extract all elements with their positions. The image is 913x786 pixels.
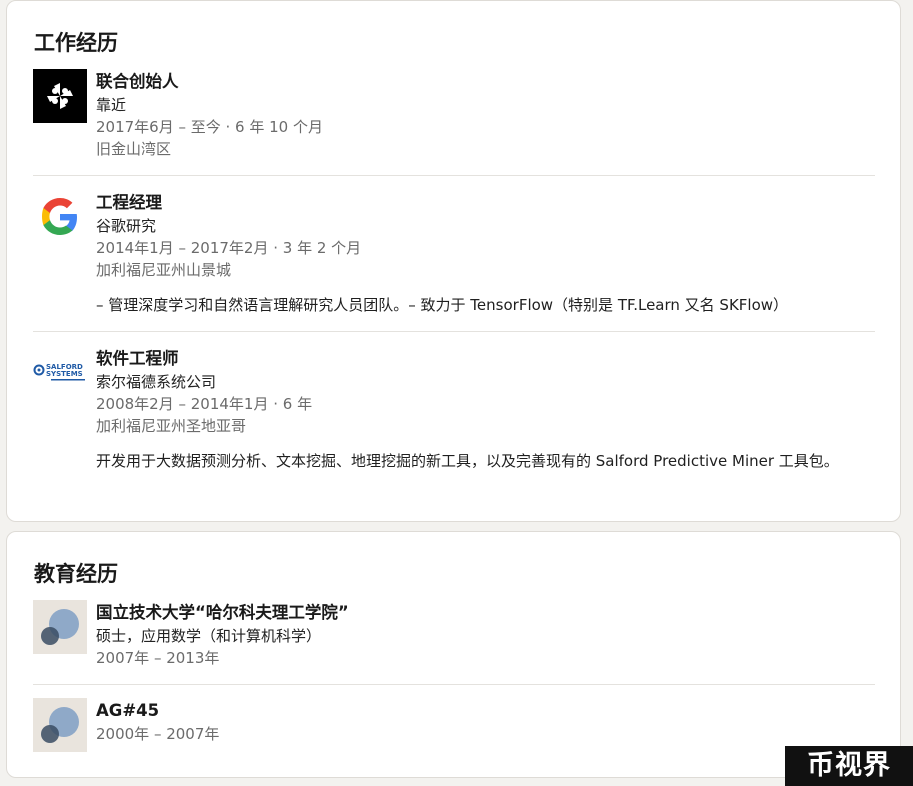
google-g-logo-icon[interactable] (33, 190, 87, 244)
experience-item-cofounder[interactable]: 联合创始人 靠近 2017年6月 – 至今 · 6 年 10 个月 旧金山湾区 (33, 69, 875, 169)
job-description: 开发用于大数据预测分析、文本挖掘、地理挖掘的新工具，以及完善现有的 Salfor… (96, 452, 839, 470)
job-title[interactable]: 工程经理 (96, 190, 876, 215)
job-title[interactable]: 软件工程师 (96, 346, 876, 371)
experience-section-title: 工作经历 (34, 31, 118, 55)
salford-logo-text-2: SYSTEMS (46, 370, 83, 378)
job-dates: 2008年2月 – 2014年1月 · 6 年 (96, 395, 313, 413)
job-location: 旧金山湾区 (96, 140, 172, 158)
education-section-title: 教育经历 (34, 562, 118, 586)
education-item-kpi[interactable]: 国立技术大学“哈尔科夫理工学院” 硕士，应用数学（和计算机科学） 2007年 –… (33, 600, 875, 680)
school-placeholder-logo-icon[interactable] (33, 600, 87, 654)
education-card: 教育经历 国立技术大学“哈尔科夫理工学院” 硕士，应用数学（和计算机科学） 20… (6, 531, 901, 778)
job-dates: 2017年6月 – 至今 · 6 年 10 个月 (96, 118, 323, 136)
startup-pinwheel-logo-icon[interactable] (33, 69, 87, 123)
job-location: 加利福尼亚州山景城 (96, 261, 232, 279)
job-description: – 管理深度学习和自然语言理解研究人员团队。– 致力于 TensorFlow（特… (96, 296, 789, 314)
experience-item-info: 联合创始人 靠近 2017年6月 – 至今 · 6 年 10 个月 旧金山湾区 (96, 69, 876, 160)
school-name[interactable]: AG#45 (96, 698, 876, 723)
experience-item-software-engineer[interactable]: SALFORD SYSTEMS 软件工程师 索尔福德系统公司 2008年2月 –… (33, 346, 875, 506)
school-name[interactable]: 国立技术大学“哈尔科夫理工学院” (96, 600, 876, 625)
education-dates: 2000年 – 2007年 (96, 725, 220, 743)
company-name[interactable]: 靠近 (96, 94, 876, 116)
watermark-logo: 币视界 (785, 746, 913, 786)
education-item-info: 国立技术大学“哈尔科夫理工学院” 硕士，应用数学（和计算机科学） 2007年 –… (96, 600, 876, 669)
school-placeholder-logo-icon[interactable] (33, 698, 87, 752)
divider (33, 175, 875, 176)
degree: 硕士，应用数学（和计算机科学） (96, 627, 322, 645)
education-item-ag45[interactable]: AG#45 2000年 – 2007年 (33, 698, 875, 758)
company-name[interactable]: 索尔福德系统公司 (96, 371, 876, 393)
experience-item-info: 工程经理 谷歌研究 2014年1月 – 2017年2月 · 3 年 2 个月 加… (96, 190, 876, 317)
company-name[interactable]: 谷歌研究 (96, 215, 876, 237)
divider (33, 331, 875, 332)
job-location: 加利福尼亚州圣地亚哥 (96, 417, 247, 435)
job-title[interactable]: 联合创始人 (96, 69, 876, 94)
divider (33, 684, 875, 685)
experience-item-engineering-manager[interactable]: 工程经理 谷歌研究 2014年1月 – 2017年2月 · 3 年 2 个月 加… (33, 190, 875, 320)
salford-systems-logo-icon[interactable]: SALFORD SYSTEMS (33, 346, 87, 400)
experience-card: 工作经历 联合创始人 靠近 2017年6月 – 至今 · 6 年 10 个月 旧… (6, 0, 901, 522)
experience-item-info: 软件工程师 索尔福德系统公司 2008年2月 – 2014年1月 · 6 年 加… (96, 346, 876, 473)
education-item-info: AG#45 2000年 – 2007年 (96, 698, 876, 745)
education-dates: 2007年 – 2013年 (96, 649, 220, 667)
job-dates: 2014年1月 – 2017年2月 · 3 年 2 个月 (96, 239, 362, 257)
